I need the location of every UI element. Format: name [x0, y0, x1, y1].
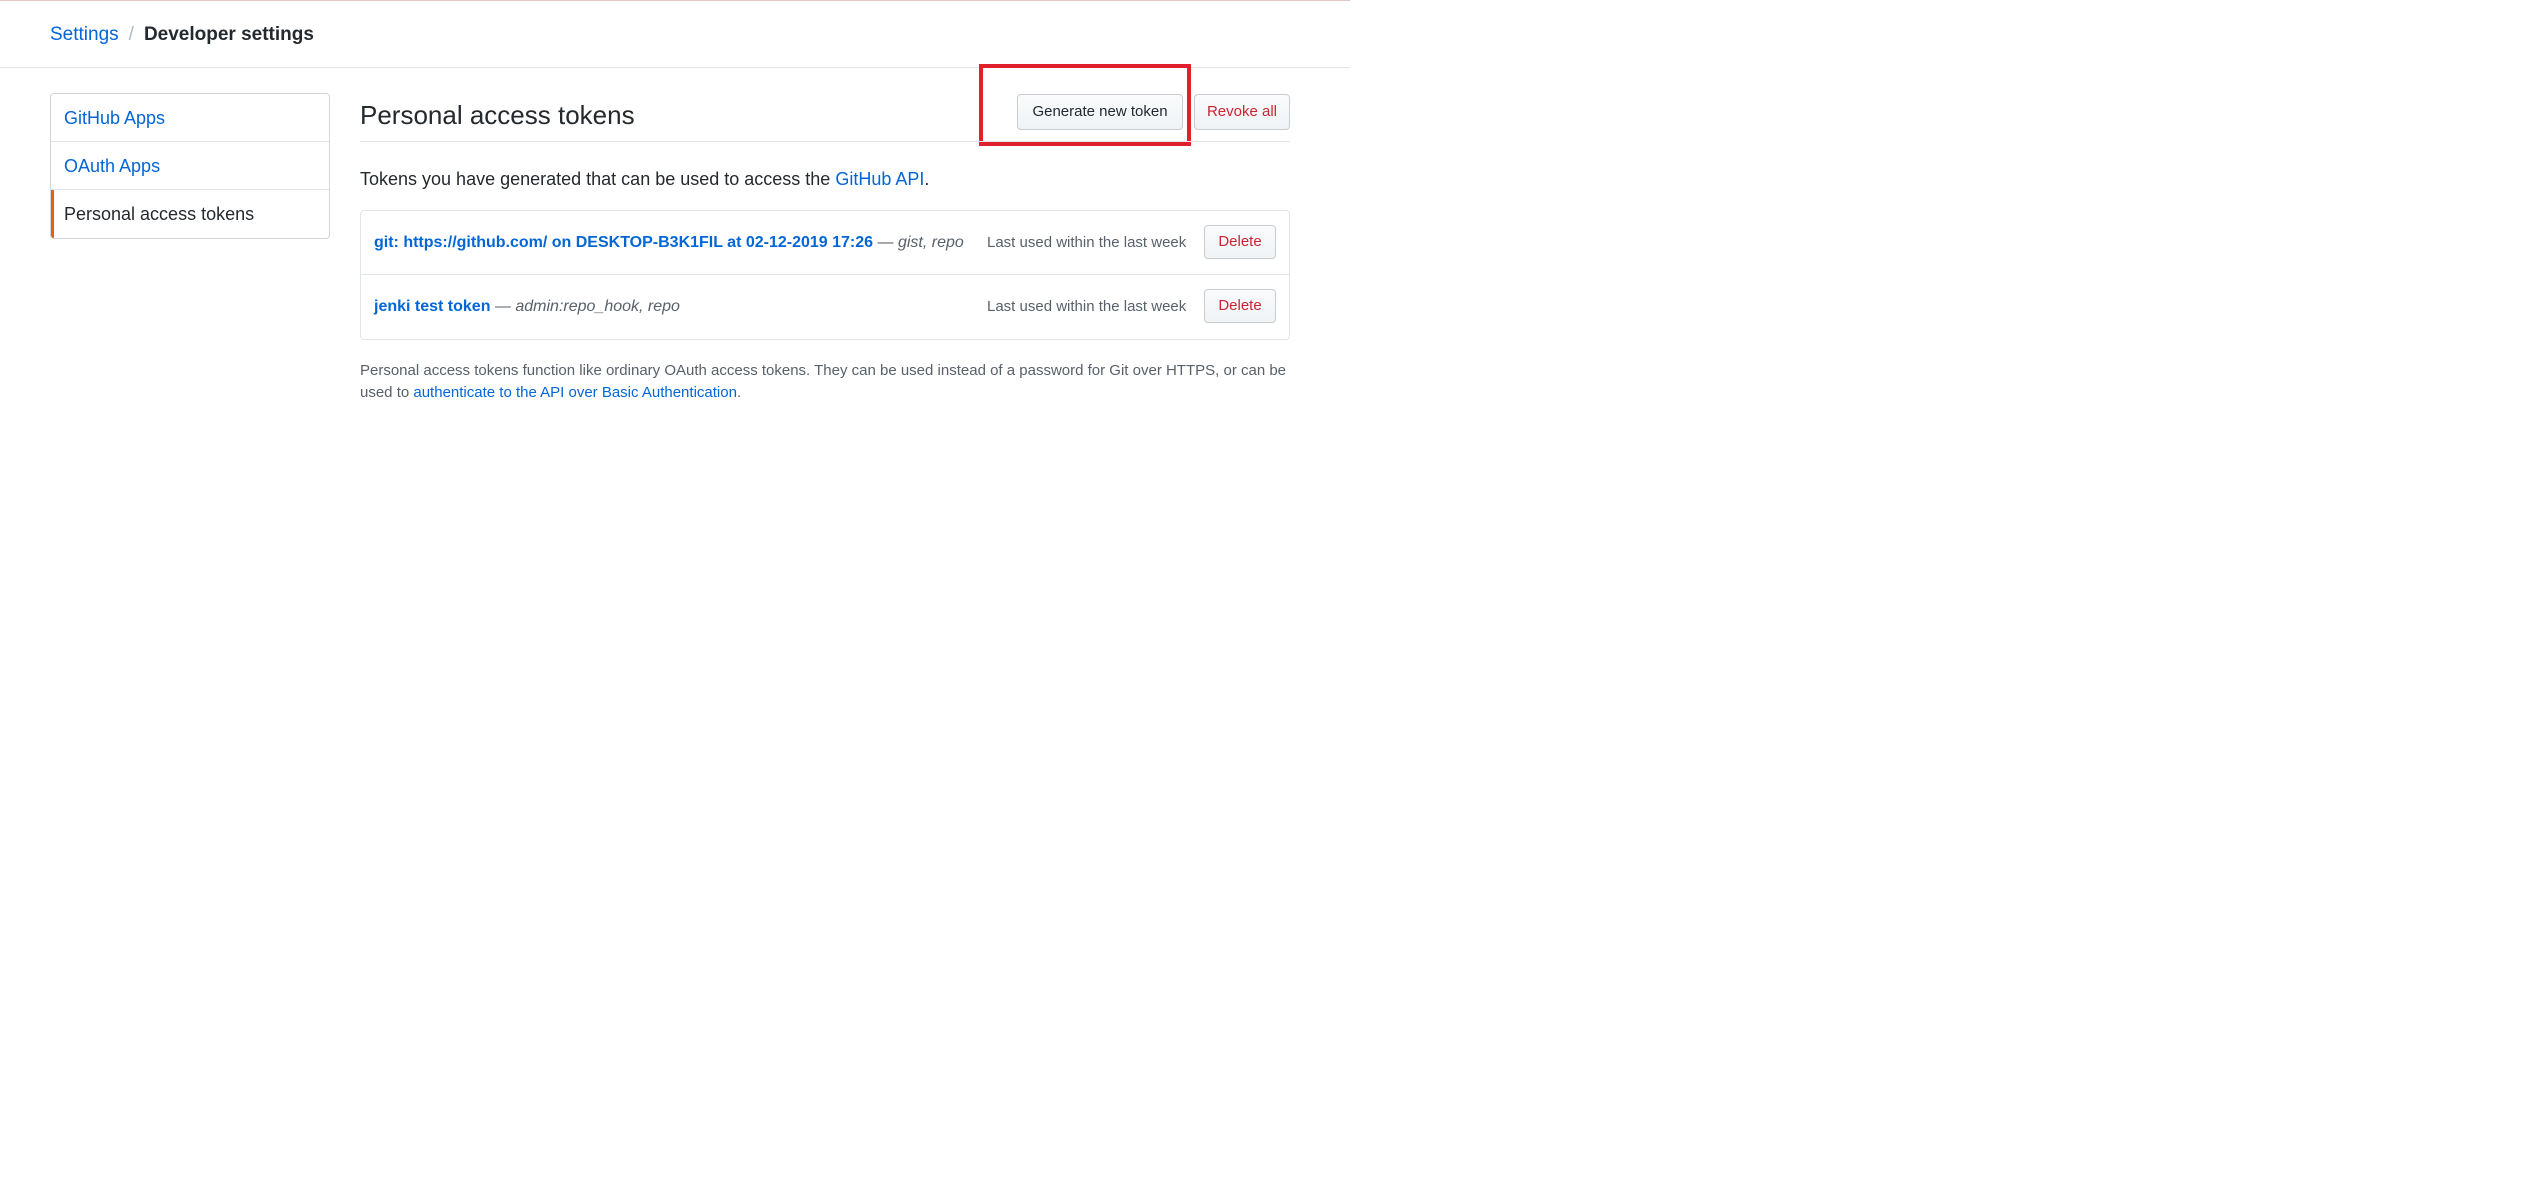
- token-dash: —: [873, 234, 898, 251]
- intro-prefix: Tokens you have generated that can be us…: [360, 169, 836, 189]
- github-api-link[interactable]: GitHub API: [835, 169, 924, 189]
- token-scopes: gist, repo: [897, 234, 964, 251]
- page-title: Personal access tokens: [360, 100, 635, 130]
- sidebar-item-personal-access-tokens[interactable]: Personal access tokens: [51, 190, 329, 238]
- header-divider: [0, 67, 1350, 68]
- note-suffix: .: [736, 384, 742, 401]
- breadcrumb-current: Developer settings: [143, 24, 314, 45]
- token-row: jenki test token — admin:repo_hook, repo…: [361, 275, 1289, 339]
- help-note: Personal access tokens function like ord…: [360, 360, 1290, 404]
- token-scopes: admin:repo_hook, repo: [515, 298, 680, 315]
- token-description: git: https://github.com/ on DESKTOP-B3K1…: [374, 231, 964, 255]
- breadcrumb-separator: /: [128, 24, 134, 45]
- token-row: git: https://github.com/ on DESKTOP-B3K1…: [361, 211, 1289, 275]
- token-name-link[interactable]: jenki test token: [374, 298, 490, 315]
- intro-text: Tokens you have generated that can be us…: [360, 166, 929, 192]
- token-name-link[interactable]: git: https://github.com/ on DESKTOP-B3K1…: [374, 234, 873, 251]
- sidebar-item-oauth-apps[interactable]: OAuth Apps: [51, 142, 329, 190]
- breadcrumb: Settings / Developer settings: [50, 22, 314, 48]
- token-last-used: Last used within the last week: [987, 234, 1187, 251]
- top-divider: [0, 0, 1350, 1]
- basic-auth-link[interactable]: authenticate to the API over Basic Authe…: [413, 384, 737, 401]
- breadcrumb-settings-link[interactable]: Settings: [50, 24, 119, 45]
- token-description: jenki test token — admin:repo_hook, repo: [374, 295, 680, 319]
- sidebar-item-github-apps[interactable]: GitHub Apps: [51, 94, 329, 142]
- token-dash: —: [490, 298, 516, 315]
- token-list: git: https://github.com/ on DESKTOP-B3K1…: [360, 210, 1290, 340]
- token-last-used: Last used within the last week: [987, 298, 1187, 315]
- delete-token-button[interactable]: Delete: [1204, 225, 1276, 259]
- delete-token-button[interactable]: Delete: [1204, 289, 1276, 323]
- sidebar-menu: GitHub Apps OAuth Apps Personal access t…: [50, 93, 330, 239]
- title-divider: [360, 141, 1290, 142]
- intro-suffix: .: [924, 169, 930, 189]
- generate-new-token-button[interactable]: Generate new token: [1017, 94, 1183, 130]
- revoke-all-button[interactable]: Revoke all: [1194, 94, 1290, 130]
